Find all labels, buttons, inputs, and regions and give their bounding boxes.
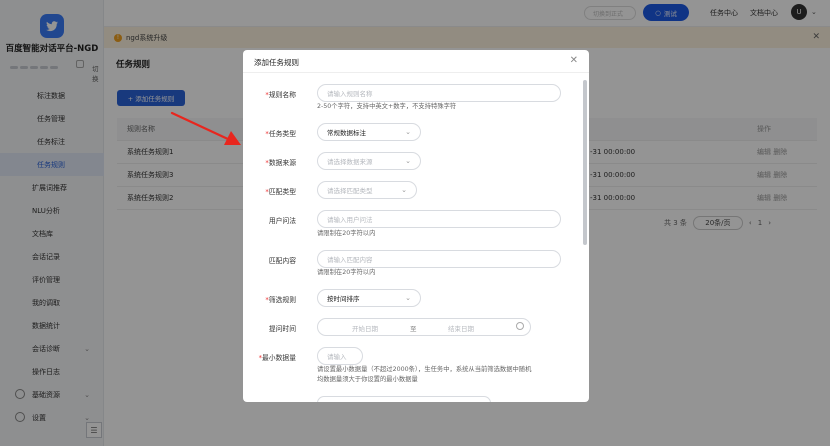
task-type-select[interactable]: 常规数据标注 ⌄ xyxy=(317,123,421,141)
chevron-down-icon: ⌄ xyxy=(401,186,407,194)
dialog-title: 添加任务规则 xyxy=(254,58,299,67)
time-range-label: 提问时间 xyxy=(268,325,296,333)
rule-name-hint: 2-50个字符，支持中英文+数字，不支持特殊字符 xyxy=(317,103,457,110)
match-type-label: *匹配类型 xyxy=(265,188,296,196)
match-content-input[interactable]: 请输入匹配内容 xyxy=(317,250,561,268)
data-source-select[interactable]: 请选择数据来源 ⌄ xyxy=(317,152,421,170)
rule-name-input[interactable]: 请输入规则名称 xyxy=(317,84,561,102)
match-content-hint: 请限制在20字符以内 xyxy=(317,269,376,276)
user-query-input[interactable]: 请输入用户问法 xyxy=(317,210,561,228)
user-query-hint: 请限制在20字符以内 xyxy=(317,230,376,237)
min-count-input[interactable]: 请输入 xyxy=(317,347,363,365)
filter-rule-label: *筛选规则 xyxy=(265,296,296,304)
task-type-label: *任务类型 xyxy=(265,130,296,138)
chevron-down-icon: ⌄ xyxy=(405,294,411,302)
chevron-down-icon: ⌄ xyxy=(405,128,411,136)
add-rule-dialog: 添加任务规则 ✕ *规则名称 请输入规则名称 2-50个字符，支持中英文+数字，… xyxy=(243,50,589,402)
match-content-label: 匹配内容 xyxy=(268,257,296,265)
chevron-down-icon: ⌄ xyxy=(405,157,411,165)
modal-scrollbar[interactable] xyxy=(583,80,587,245)
clock-icon xyxy=(516,322,524,330)
close-icon[interactable]: ✕ xyxy=(570,55,578,66)
start-date[interactable]: 开始日期 xyxy=(352,323,378,333)
user-query-label: 用户问法 xyxy=(268,217,296,225)
min-count-hint-2: 均数据量须大于你设置的最小数据量 xyxy=(317,376,418,383)
end-date[interactable]: 结束日期 xyxy=(448,323,474,333)
date-range-picker[interactable]: 开始日期 至 结束日期 xyxy=(317,318,531,336)
rule-name-label: *规则名称 xyxy=(265,91,296,99)
min-count-label: *最小数据量 xyxy=(258,354,296,362)
data-source-label: *数据来源 xyxy=(265,159,296,167)
next-field-input[interactable] xyxy=(317,396,491,402)
min-count-hint-1: 请设置最小数据量（不超过2000条），生任务中，系统从当前筛选数据中随机 xyxy=(317,366,532,373)
filter-rule-select[interactable]: 按时间排序 ⌄ xyxy=(317,289,421,307)
divider xyxy=(243,72,589,73)
date-separator: 至 xyxy=(410,325,417,333)
match-type-select[interactable]: 请选择匹配类型 ⌄ xyxy=(317,181,417,199)
